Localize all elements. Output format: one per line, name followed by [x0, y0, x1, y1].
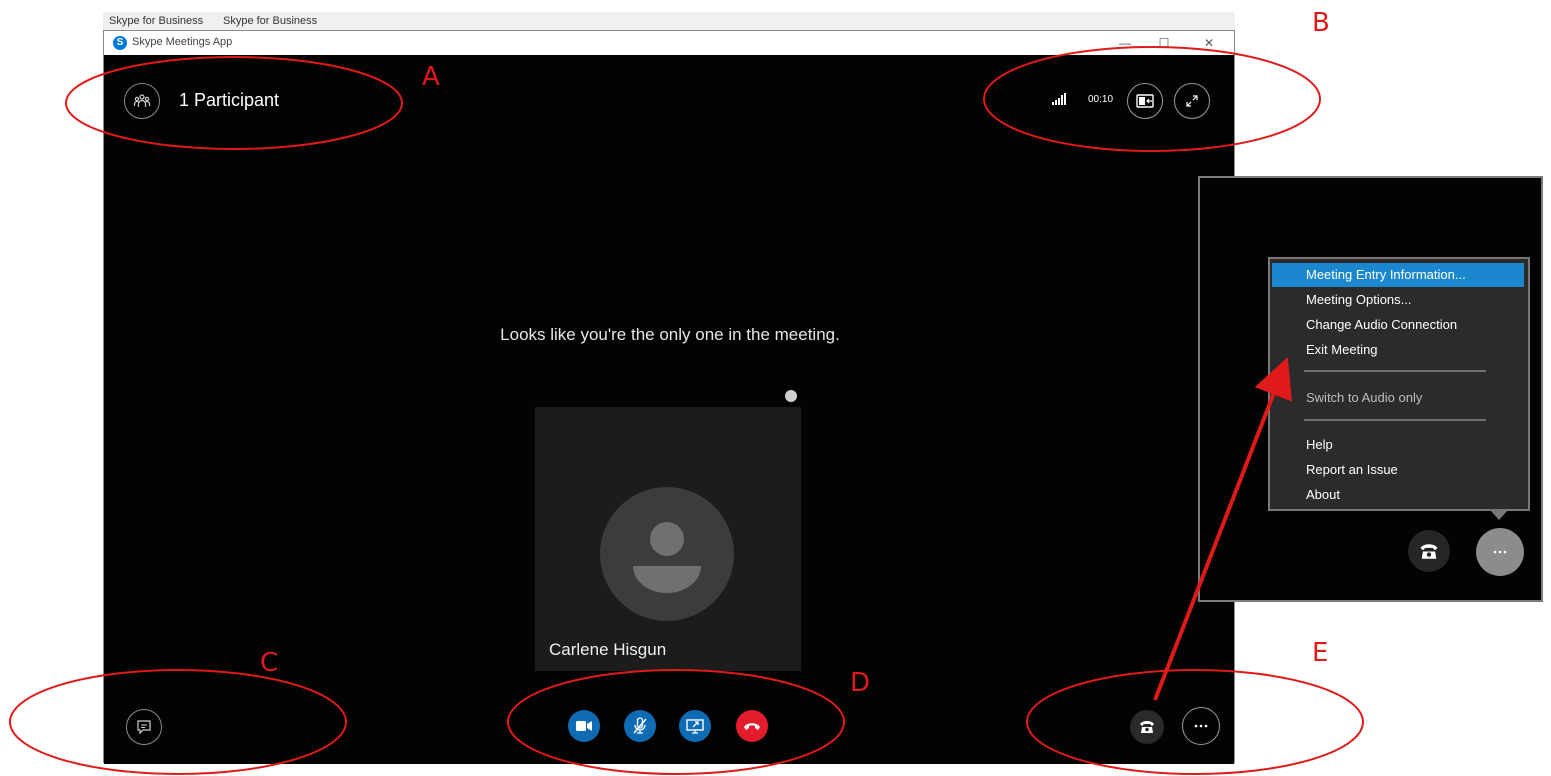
- annotation-label-b: B: [1312, 8, 1330, 38]
- annotation-label-d: D: [850, 668, 871, 698]
- annotation-ellipse-b: [983, 46, 1321, 152]
- annotation-label-e: E: [1312, 638, 1329, 668]
- annotation-label-c: C: [260, 648, 279, 678]
- annotation-ellipse-d: [507, 669, 845, 775]
- annotation-ellipse-e: [1026, 669, 1364, 775]
- annotation-arrow: [1153, 357, 1292, 701]
- annotation-label-a: A: [422, 62, 440, 92]
- annotation-ellipse-a: [65, 56, 403, 150]
- annotation-ellipse-c: [9, 669, 347, 775]
